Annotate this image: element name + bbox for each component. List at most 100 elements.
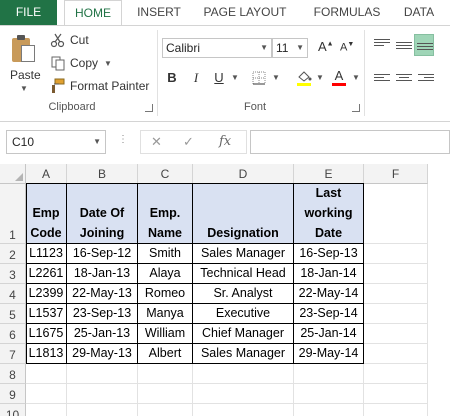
table-cell[interactable] (364, 284, 428, 304)
row-header-9[interactable]: 9 (0, 384, 26, 404)
underline-button[interactable]: U (210, 68, 228, 88)
table-cell[interactable]: Smith (138, 244, 193, 264)
table-cell[interactable] (294, 384, 364, 404)
table-cell[interactable] (364, 344, 428, 364)
column-header-b[interactable]: B (67, 164, 138, 184)
top-align-icon[interactable] (374, 39, 390, 51)
column-header-f[interactable]: F (364, 164, 428, 184)
fill-color-dropdown-icon[interactable]: ▼ (316, 73, 324, 82)
header-cell[interactable]: Emp. Name (138, 184, 193, 244)
tab-insert[interactable]: INSERT (128, 0, 190, 25)
column-header-c[interactable]: C (138, 164, 193, 184)
row-header-3[interactable]: 3 (0, 264, 26, 284)
align-center-icon[interactable] (396, 74, 412, 86)
paste-dropdown-icon[interactable]: ▼ (20, 84, 28, 93)
cancel-icon[interactable]: ✕ (151, 134, 162, 150)
table-cell[interactable]: 29-May-13 (67, 344, 138, 364)
font-launcher-icon[interactable] (352, 104, 360, 112)
insert-function-icon[interactable]: fx (219, 134, 231, 149)
table-cell[interactable] (67, 384, 138, 404)
table-cell[interactable] (67, 404, 138, 416)
font-color-dropdown-icon[interactable]: ▼ (352, 73, 360, 82)
table-cell[interactable]: Technical Head (193, 264, 294, 284)
italic-button[interactable]: I (187, 68, 205, 88)
borders-button[interactable] (250, 68, 268, 88)
table-cell[interactable] (26, 404, 67, 416)
table-cell[interactable]: Manya (138, 304, 193, 324)
table-cell[interactable]: Sr. Analyst (193, 284, 294, 304)
formula-input[interactable] (250, 130, 450, 154)
table-cell[interactable]: L1675 (26, 324, 67, 344)
table-cell[interactable]: Sales Manager (193, 244, 294, 264)
grow-font-button[interactable]: A▲ (318, 39, 334, 54)
bottom-align-button[interactable] (414, 34, 434, 56)
header-cell[interactable]: Last working Date (294, 184, 364, 244)
header-cell[interactable]: Emp Code (26, 184, 67, 244)
table-cell[interactable]: 23-Sep-13 (67, 304, 138, 324)
table-cell[interactable] (364, 384, 428, 404)
row-header-5[interactable]: 5 (0, 304, 26, 324)
table-cell[interactable]: L1123 (26, 244, 67, 264)
tab-page-layout[interactable]: PAGE LAYOUT (196, 0, 294, 25)
table-cell[interactable]: 18-Jan-14 (294, 264, 364, 284)
tab-file[interactable]: FILE (0, 0, 57, 25)
table-cell[interactable] (364, 304, 428, 324)
table-cell[interactable] (138, 364, 193, 384)
table-cell[interactable]: Albert (138, 344, 193, 364)
underline-dropdown-icon[interactable]: ▼ (231, 73, 239, 82)
table-cell[interactable]: William (138, 324, 193, 344)
table-cell[interactable]: L2261 (26, 264, 67, 284)
align-left-icon[interactable] (374, 74, 390, 86)
fill-color-button[interactable] (295, 68, 313, 88)
table-cell[interactable] (138, 384, 193, 404)
table-cell[interactable]: Sales Manager (193, 344, 294, 364)
column-header-a[interactable]: A (26, 164, 67, 184)
tab-formulas[interactable]: FORMULAS (302, 0, 392, 25)
row-header-6[interactable]: 6 (0, 324, 26, 344)
tab-data[interactable]: DATA (396, 0, 442, 25)
table-cell[interactable]: 22-May-14 (294, 284, 364, 304)
header-cell[interactable]: Date Of Joining (67, 184, 138, 244)
table-cell[interactable] (193, 364, 294, 384)
table-cell[interactable] (26, 364, 67, 384)
table-cell[interactable]: L2399 (26, 284, 67, 304)
borders-dropdown-icon[interactable]: ▼ (272, 73, 280, 82)
table-cell[interactable]: Chief Manager (193, 324, 294, 344)
row-header-4[interactable]: 4 (0, 284, 26, 304)
column-header-d[interactable]: D (193, 164, 294, 184)
table-cell[interactable] (364, 264, 428, 284)
table-cell[interactable]: L1537 (26, 304, 67, 324)
middle-align-icon[interactable] (396, 42, 412, 54)
table-cell[interactable]: L1813 (26, 344, 67, 364)
header-cell[interactable]: Designation (193, 184, 294, 244)
table-cell[interactable] (364, 324, 428, 344)
row-header-7[interactable]: 7 (0, 344, 26, 364)
table-cell[interactable]: Alaya (138, 264, 193, 284)
align-right-icon[interactable] (418, 74, 434, 86)
table-cell[interactable] (294, 364, 364, 384)
table-cell[interactable]: 29-May-14 (294, 344, 364, 364)
column-header-e[interactable]: E (294, 164, 364, 184)
table-cell[interactable] (364, 404, 428, 416)
table-cell[interactable] (364, 364, 428, 384)
table-cell[interactable] (67, 364, 138, 384)
table-cell[interactable]: 22-May-13 (67, 284, 138, 304)
font-name-select[interactable]: Calibri ▼ (162, 38, 272, 58)
table-cell[interactable]: 25-Jan-14 (294, 324, 364, 344)
format-painter-button[interactable]: Format Painter (50, 77, 149, 95)
tab-home[interactable]: HOME (64, 0, 122, 26)
table-cell[interactable]: 25-Jan-13 (67, 324, 138, 344)
row-header-10[interactable]: 10 (0, 404, 26, 416)
shrink-font-button[interactable]: A▼ (340, 41, 354, 54)
table-cell[interactable]: 23-Sep-14 (294, 304, 364, 324)
table-cell[interactable] (294, 404, 364, 416)
row-header-2[interactable]: 2 (0, 244, 26, 264)
cut-button[interactable]: Cut (50, 31, 89, 49)
copy-dropdown-icon[interactable]: ▼ (104, 59, 112, 68)
table-cell[interactable] (138, 404, 193, 416)
copy-button[interactable]: Copy ▼ (50, 54, 112, 72)
table-cell[interactable]: 16-Sep-13 (294, 244, 364, 264)
table-cell[interactable]: 16-Sep-12 (67, 244, 138, 264)
table-cell[interactable] (364, 184, 428, 244)
table-cell[interactable]: Romeo (138, 284, 193, 304)
